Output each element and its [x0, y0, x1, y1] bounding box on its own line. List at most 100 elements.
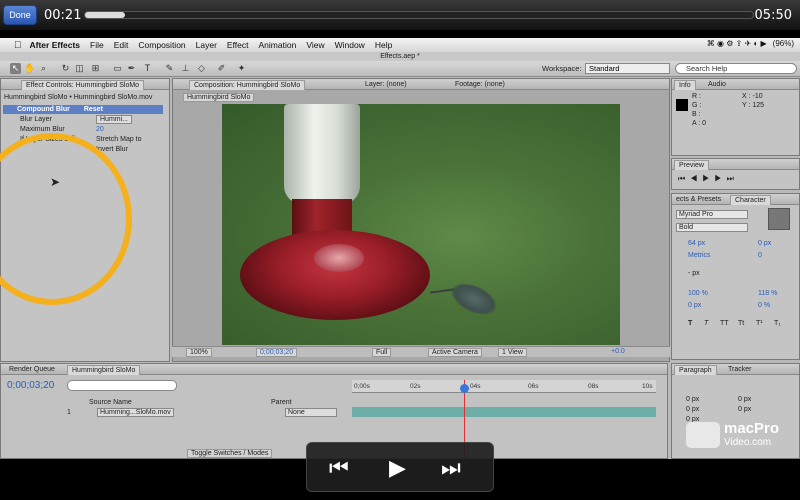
- tab-tracker[interactable]: Tracker: [724, 365, 755, 375]
- tab-paragraph[interactable]: Paragraph: [674, 365, 717, 375]
- menu-edit[interactable]: Edit: [114, 40, 129, 50]
- pen-tool-icon[interactable]: ✒: [126, 63, 137, 74]
- comp-timecode[interactable]: 0;00;03;20: [256, 348, 298, 357]
- resolution-select[interactable]: Full: [372, 348, 392, 357]
- kerning-value[interactable]: Metrics: [688, 252, 711, 259]
- camera-select[interactable]: Active Camera: [428, 348, 482, 357]
- screen: Done 00:21 05:50  After Effects File Ed…: [0, 0, 800, 500]
- tab-preview[interactable]: Preview: [674, 160, 709, 170]
- toggle-switches-modes[interactable]: Toggle Switches / Modes: [187, 449, 273, 458]
- info-b: B :: [692, 111, 701, 118]
- composition-viewer[interactable]: [222, 104, 620, 345]
- vertical-scale-value[interactable]: 100 %: [688, 290, 708, 297]
- selection-tool-icon[interactable]: ↖: [10, 63, 21, 74]
- play-icon[interactable]: ▶: [389, 455, 406, 481]
- clone-stamp-tool-icon[interactable]: ⊥: [180, 63, 191, 74]
- tab-render-queue[interactable]: Render Queue: [5, 365, 59, 375]
- space-after[interactable]: 0 px: [738, 406, 751, 413]
- menu-animation[interactable]: Animation: [259, 40, 297, 50]
- camera-tool-icon[interactable]: ◫: [74, 63, 85, 74]
- reset-link[interactable]: Reset: [84, 106, 103, 113]
- menu-window[interactable]: Window: [335, 40, 365, 50]
- search-help-input[interactable]: Search Help: [675, 63, 797, 74]
- composition-subtab[interactable]: Hummingbird SloMo: [183, 93, 255, 102]
- tab-effects-presets[interactable]: ects & Presets: [672, 195, 725, 205]
- indent-left[interactable]: 0 px: [686, 396, 699, 403]
- layer-name[interactable]: Humming...SloMo.mov: [97, 408, 174, 417]
- ruler-tick: 08s: [588, 383, 599, 390]
- timeline-search-input[interactable]: [67, 380, 177, 391]
- rectangle-tool-icon[interactable]: ▭: [112, 63, 123, 74]
- menu-help[interactable]: Help: [375, 40, 392, 50]
- horizontal-scale-value[interactable]: 118 %: [758, 290, 777, 297]
- leading-value[interactable]: 0 px: [758, 240, 771, 247]
- roto-brush-tool-icon[interactable]: ✐: [216, 63, 227, 74]
- preview-tabs: Preview: [672, 159, 799, 170]
- timeline-ruler[interactable]: 0;00s 02s 04s 06s 08s 10s: [352, 380, 656, 393]
- effect-name: Compound Blur: [17, 106, 70, 113]
- space-before[interactable]: 0 px: [686, 406, 699, 413]
- tab-effect-controls[interactable]: Effect Controls: Hummingbird SloMo: [21, 80, 145, 90]
- tab-layer[interactable]: Layer: (none): [361, 80, 411, 90]
- workspace-select[interactable]: Standard: [585, 63, 670, 74]
- menu-composition[interactable]: Composition: [138, 40, 185, 50]
- ruler-tick: 04s: [470, 383, 481, 390]
- menu-layer[interactable]: Layer: [196, 40, 217, 50]
- blur-layer-select[interactable]: Hummi...: [96, 115, 132, 124]
- exposure-value[interactable]: +0.0: [608, 348, 628, 357]
- tracking-value[interactable]: 0: [758, 252, 762, 259]
- brush-tool-icon[interactable]: ✎: [164, 63, 175, 74]
- faux-bold-button[interactable]: T: [688, 320, 692, 327]
- superscript-button[interactable]: T¹: [756, 320, 763, 327]
- ruler-tick: 0;00s: [354, 383, 370, 390]
- battery-status[interactable]: (96%): [773, 39, 794, 48]
- layer-duration-bar[interactable]: [352, 407, 656, 417]
- done-button[interactable]: Done: [3, 5, 37, 25]
- seek-bar[interactable]: [84, 11, 754, 19]
- puppet-tool-icon[interactable]: ✦: [236, 63, 247, 74]
- small-caps-button[interactable]: Tt: [738, 320, 744, 327]
- fill-color-swatch[interactable]: [768, 208, 790, 230]
- apple-icon[interactable]: : [14, 40, 22, 51]
- tab-composition[interactable]: Composition: Hummingbird SloMo: [189, 80, 306, 90]
- hand-tool-icon[interactable]: ✋: [24, 63, 35, 74]
- indent-right[interactable]: 0 px: [738, 396, 751, 403]
- views-select[interactable]: 1 View: [498, 348, 527, 357]
- app-menu[interactable]: After Effects: [30, 40, 81, 50]
- tab-audio[interactable]: Audio: [704, 80, 730, 90]
- tab-footage[interactable]: Footage: (none): [451, 80, 509, 90]
- zoom-tool-icon[interactable]: ⌕: [38, 63, 49, 74]
- parent-select[interactable]: None: [285, 408, 337, 417]
- effect-compound-blur-row[interactable]: Compound Blur Reset: [3, 105, 163, 114]
- menu-view[interactable]: View: [306, 40, 324, 50]
- zoom-select[interactable]: 100%: [186, 348, 212, 357]
- stroke-width-value[interactable]: - px: [688, 270, 700, 277]
- faux-italic-button[interactable]: T: [704, 320, 708, 327]
- font-style-select[interactable]: Bold: [676, 223, 748, 232]
- font-family-select[interactable]: Myriad Pro: [676, 210, 748, 219]
- eraser-tool-icon[interactable]: ◇: [196, 63, 207, 74]
- rewind-icon[interactable]: ⏮: [329, 455, 349, 481]
- playhead-handle[interactable]: [460, 384, 469, 393]
- tab-timeline-comp[interactable]: Hummingbird SloMo: [67, 365, 141, 375]
- status-icons-group[interactable]: ⌘ ◉ ⚙ ⇪ ✈ ◐ ▶: [707, 39, 767, 48]
- fast-forward-icon[interactable]: ⏭: [441, 455, 461, 481]
- tab-character[interactable]: Character: [730, 195, 771, 205]
- stretch-map-checkbox[interactable]: Stretch Map to: [96, 136, 142, 143]
- tsume-value[interactable]: 0 %: [758, 302, 770, 309]
- subscript-button[interactable]: T₁: [774, 320, 781, 327]
- font-size-value[interactable]: 64 px: [688, 240, 705, 247]
- mouse-cursor-icon: ➤: [50, 175, 61, 189]
- pan-behind-tool-icon[interactable]: ⊞: [90, 63, 101, 74]
- tab-info[interactable]: Info: [674, 80, 696, 90]
- rotate-tool-icon[interactable]: ↻: [60, 63, 71, 74]
- status-icons: ⌘ ◉ ⚙ ⇪ ✈ ◐ ▶ (96%): [707, 39, 794, 48]
- timeline-timecode[interactable]: 0;00;03;20: [7, 380, 54, 391]
- type-tool-icon[interactable]: T: [142, 63, 153, 74]
- baseline-shift-value[interactable]: 0 px: [688, 302, 701, 309]
- menu-file[interactable]: File: [90, 40, 104, 50]
- all-caps-button[interactable]: TT: [720, 320, 729, 327]
- maximum-blur-value[interactable]: 20: [96, 126, 104, 133]
- menu-effect[interactable]: Effect: [227, 40, 249, 50]
- preview-transport-icons[interactable]: ⏮◀▶▶⏭: [678, 174, 739, 184]
